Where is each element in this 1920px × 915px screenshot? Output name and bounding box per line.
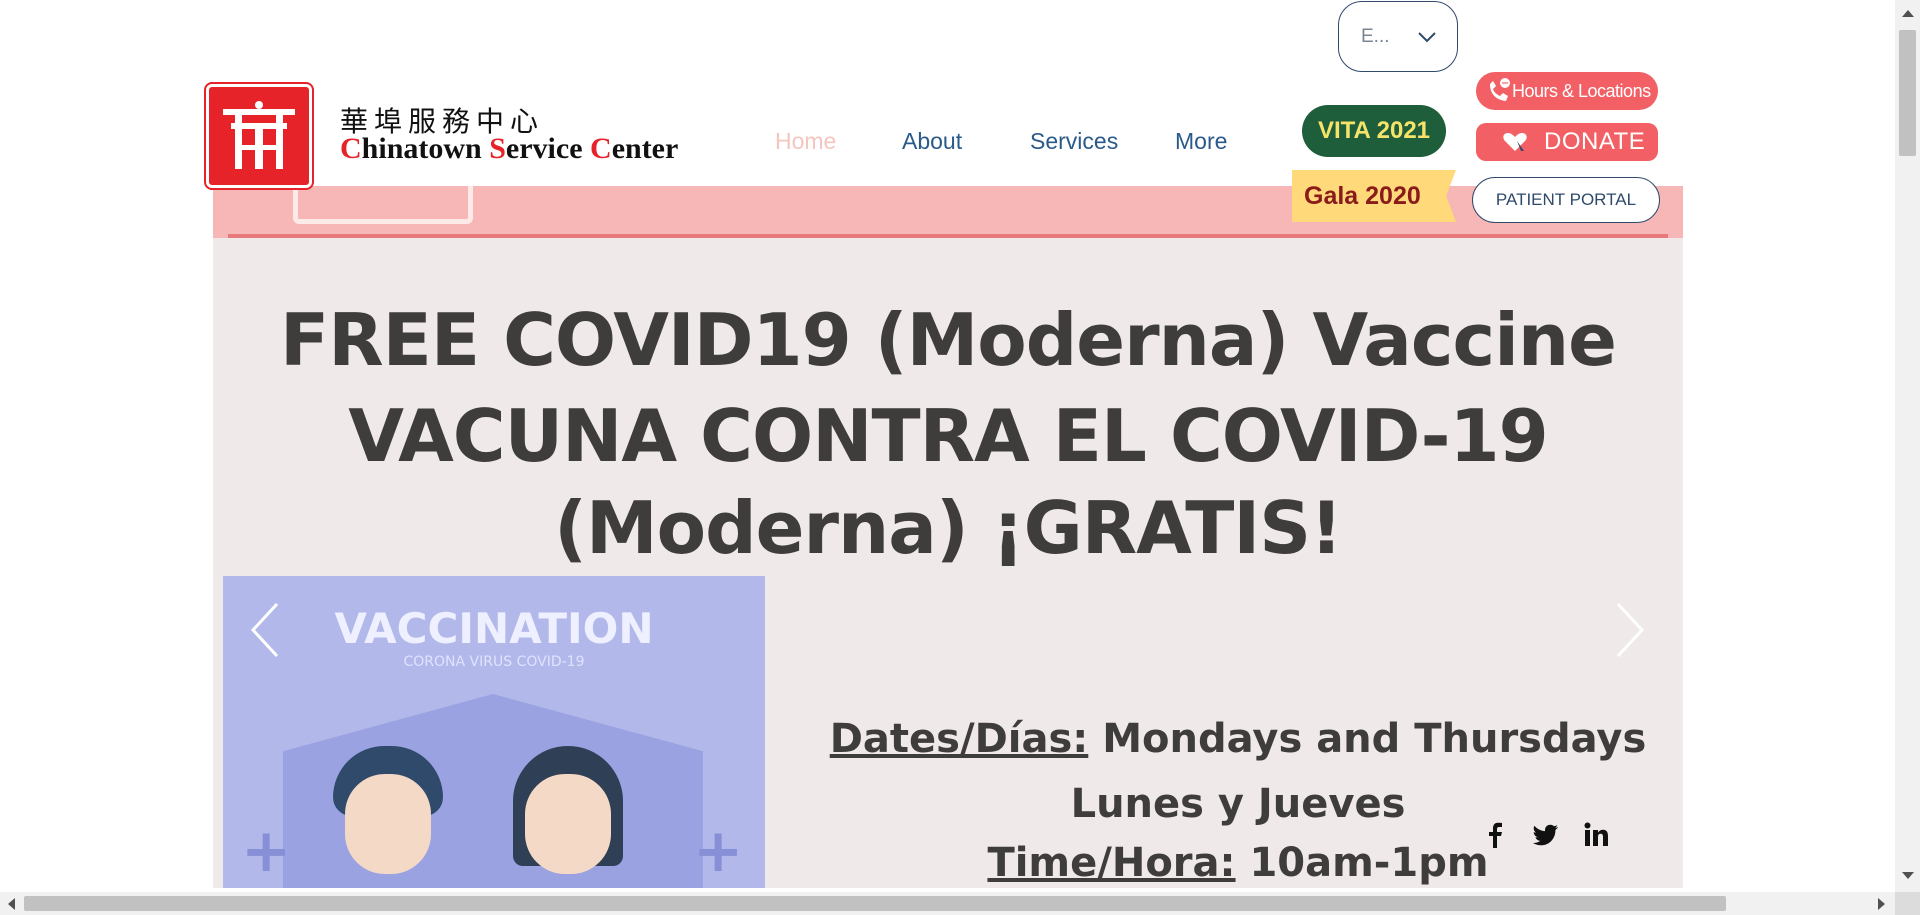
language-selector[interactable]: E... bbox=[1338, 1, 1458, 72]
slide-ghost-logo bbox=[293, 186, 473, 224]
dates-label: Dates/Días: bbox=[829, 716, 1089, 762]
doctor-illustration bbox=[333, 746, 443, 888]
vertical-scroll-thumb[interactable] bbox=[1899, 30, 1916, 156]
phone-icon bbox=[1490, 78, 1510, 101]
twitter-icon bbox=[1532, 824, 1558, 846]
brand-text: ervice bbox=[505, 132, 591, 165]
vaccination-heading: VACCINATION bbox=[334, 604, 654, 653]
scroll-right-arrow-icon[interactable] bbox=[1878, 898, 1885, 910]
brand-initial: C bbox=[590, 132, 612, 165]
vita-2021-button[interactable]: VITA 2021 bbox=[1302, 105, 1446, 157]
slideshow-prev-arrow[interactable] bbox=[247, 600, 287, 660]
horizontal-scrollbar[interactable] bbox=[0, 892, 1895, 915]
nav-services[interactable]: Services bbox=[1030, 128, 1118, 155]
scroll-up-arrow-icon[interactable] bbox=[1902, 10, 1914, 17]
facebook-icon bbox=[1489, 822, 1502, 848]
brand-initial: C bbox=[340, 132, 362, 165]
nav-about[interactable]: About bbox=[902, 128, 962, 155]
scroll-left-arrow-icon[interactable] bbox=[8, 898, 15, 910]
hero-slideshow: FREE COVID19 (Moderna) Vaccine VACUNA CO… bbox=[213, 186, 1683, 888]
site-logo[interactable] bbox=[204, 82, 314, 190]
plus-decoration: + bbox=[241, 816, 292, 886]
brand-english-name: Chinatown Service Center bbox=[340, 132, 678, 166]
brand-text: enter bbox=[611, 132, 679, 165]
plus-decoration: + bbox=[693, 816, 744, 886]
linkedin-link[interactable] bbox=[1579, 818, 1613, 852]
scrollbar-corner bbox=[1895, 892, 1920, 915]
vaccination-illustration: VACCINATION CORONA VIRUS COVID-19 + + bbox=[223, 576, 765, 888]
chevron-down-icon bbox=[1418, 32, 1436, 43]
linkedin-icon bbox=[1584, 822, 1608, 846]
chevron-right-icon bbox=[1616, 602, 1645, 658]
donate-button[interactable]: DONATE bbox=[1476, 123, 1658, 161]
language-value: E... bbox=[1361, 26, 1390, 47]
slide-title-line-2: VACUNA CONTRA EL COVID-19 bbox=[348, 394, 1549, 478]
hours-locations-label: Hours & Locations bbox=[1512, 81, 1651, 101]
gala-2020-button[interactable]: Gala 2020 bbox=[1292, 170, 1456, 222]
nav-more[interactable]: More bbox=[1175, 128, 1227, 155]
vertical-scrollbar[interactable] bbox=[1895, 0, 1920, 892]
twitter-link[interactable] bbox=[1528, 818, 1562, 852]
chinatown-gate-logo-icon bbox=[223, 101, 295, 169]
brand-initial: S bbox=[489, 132, 506, 165]
slide-title-line-3: (Moderna) ¡GRATIS! bbox=[554, 486, 1343, 570]
nurse-illustration bbox=[513, 746, 623, 888]
slide-divider bbox=[228, 234, 1668, 238]
hours-locations-button[interactable]: Hours & Locations bbox=[1476, 72, 1658, 110]
heart-icon bbox=[1503, 133, 1527, 151]
site-header: 華埠服務中心 Chinatown Service Center Home Abo… bbox=[0, 0, 1920, 223]
patient-portal-button[interactable]: PATIENT PORTAL bbox=[1472, 177, 1660, 223]
page: FREE COVID19 (Moderna) Vaccine VACUNA CO… bbox=[0, 0, 1920, 915]
slide-top-band bbox=[213, 186, 1683, 238]
vaccination-subheading: CORONA VIRUS COVID-19 bbox=[403, 654, 585, 670]
slideshow-next-arrow[interactable] bbox=[1608, 600, 1648, 660]
brand-text: hinatown bbox=[361, 132, 490, 165]
slide-title-line-1: FREE COVID19 (Moderna) Vaccine bbox=[280, 298, 1617, 382]
scroll-down-arrow-icon[interactable] bbox=[1902, 872, 1914, 879]
horizontal-scroll-thumb[interactable] bbox=[24, 896, 1726, 911]
nav-home[interactable]: Home bbox=[775, 128, 836, 155]
time-value: 10am-1pm bbox=[1235, 840, 1489, 886]
dates-value: Mondays and Thursdays bbox=[1088, 716, 1647, 762]
chevron-left-icon bbox=[250, 602, 279, 658]
dates-line: Dates/Días: Mondays and Thursdays bbox=[818, 716, 1658, 762]
time-label: Time/Hora: bbox=[987, 840, 1236, 886]
facebook-link[interactable] bbox=[1478, 818, 1512, 852]
donate-label: DONATE bbox=[1544, 128, 1646, 155]
